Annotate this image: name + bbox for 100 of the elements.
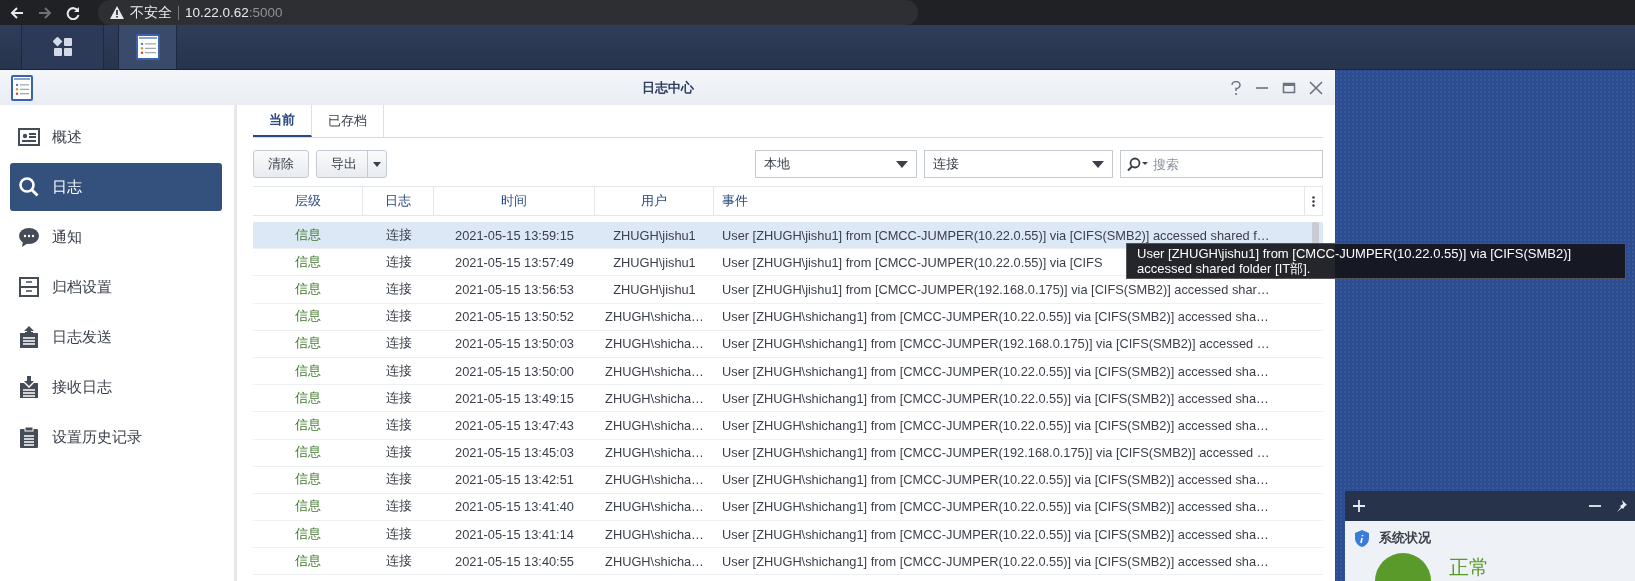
table-cell-text: ZHUGH\shicha… — [604, 362, 705, 381]
caret-icon — [373, 161, 381, 167]
document-upload-icon — [18, 326, 40, 348]
help-icon[interactable] — [1230, 80, 1242, 95]
table-row[interactable]: 信息 连接 2021-05-15 13:47:43 ZHUGH\shicha… User [ZHUGH\shichang1] from [CMCC-JUMPER(10.22.0.55)] via [CIFS(SMB2)] accessed sha… — [253, 412, 1323, 440]
search-field[interactable]: 搜索 — [1120, 150, 1323, 178]
filter-dropdown[interactable]: 本地 — [755, 150, 917, 178]
column-header[interactable]: 用户 — [595, 187, 714, 215]
caret-icon — [896, 160, 908, 168]
table-cell-text: User [ZHUGH\shichang1] from [CMCC-JUMPER(10.22.0.55)] via [CIFS(SMB2)] accessed sha… — [721, 389, 1269, 408]
document-download-icon — [18, 376, 40, 398]
table-cell-text: User [ZHUGH\shichang1] from [CMCC-JUMPER(192.168.0.175)] via [CIFS(SMB2)] accessed … — [721, 335, 1270, 354]
column-header[interactable]: 日志 — [363, 187, 434, 215]
main-menu-button[interactable] — [21, 25, 104, 69]
table-cell-text: User [ZHUGH\shichang1] from [CMCC-JUMPER(192.168.0.175)] via [CIFS(SMB2)] accessed … — [721, 444, 1270, 463]
table-cell-text: ZHUGH\jishu1 — [612, 253, 697, 272]
security-label[interactable]: 不安全 — [130, 3, 172, 22]
table-cell-text: 2021-05-15 13:47:43 — [454, 416, 575, 435]
table-cell-text: User [ZHUGH\jishu1] from [CMCC-JUMPER(10.22.0.55)] via [CIFS — [721, 253, 1103, 272]
table-cell-text: 信息 — [294, 497, 322, 516]
sidebar-item[interactable]: 归档设置 — [10, 263, 222, 311]
window-title: 日志中心 — [641, 79, 694, 95]
table-row[interactable]: 信息 连接 2021-05-15 13:40:55 ZHUGH\shicha… User [ZHUGH\shichang1] from [CMCC-JUMPER(10.22.0.55)] via [CIFS(SMB2)] accessed sha… — [253, 548, 1323, 576]
export-split-button[interactable]: 导出 — [316, 150, 387, 178]
table-cell-text: User [ZHUGH\shichang1] from [CMCC-JUMPER(10.22.0.55)] via [CIFS(SMB2)] accessed sha… — [721, 416, 1269, 435]
table-cell-text: 信息 — [294, 415, 322, 434]
more-icon[interactable] — [1312, 195, 1315, 207]
document-list-icon — [135, 34, 160, 60]
table-cell-text: 连接 — [384, 361, 413, 380]
pin-icon[interactable] — [1615, 500, 1627, 512]
table-cell-text: User [ZHUGH\jishu1] from [CMCC-JUMPER(192.168.0.175)] via [CIFS(SMB2)] accessed shar… — [721, 280, 1270, 299]
table-cell-text: 2021-05-15 13:56:53 — [454, 280, 575, 299]
sidebar-item[interactable]: 接收日志 — [10, 363, 222, 411]
table-row[interactable]: 信息 连接 2021-05-15 13:41:14 ZHUGH\shicha… User [ZHUGH\shichang1] from [CMCC-JUMPER(10.22.0.55)] via [CIFS(SMB2)] accessed sha… — [253, 521, 1323, 549]
table-row[interactable]: 信息 连接 2021-05-15 13:50:03 ZHUGH\shicha… User [ZHUGH\shichang1] from [CMCC-JUMPER(192.168.0.175)] via [CIFS(SMB2)] accessed … — [253, 330, 1323, 358]
table-cell-text: 信息 — [294, 279, 322, 298]
table-cell-text: 信息 — [294, 307, 322, 326]
widget-title: 系统状况 — [1379, 529, 1431, 547]
filter-dropdown[interactable]: 连接 — [924, 150, 1113, 178]
table-cell-text: ZHUGH\shicha… — [604, 471, 705, 490]
table-cell-text: 信息 — [294, 443, 322, 462]
document-list-icon — [11, 74, 33, 101]
table-cell-text: 信息 — [294, 225, 322, 244]
table-cell-text: 信息 — [294, 334, 322, 353]
table-cell-text: 2021-05-15 13:40:55 — [454, 552, 575, 571]
table-cell-text: User [ZHUGH\shichang1] from [CMCC-JUMPER(10.22.0.55)] via [CIFS(SMB2)] accessed sha… — [721, 471, 1269, 490]
table-row[interactable]: 信息 连接 2021-05-15 13:59:15 ZHUGH\jishu1 User [ZHUGH\jishu1] from [CMCC-JUMPER(10.22.0.55)] via [CIFS(SMB2)] accessed shared f… — [253, 222, 1323, 250]
table-cell-text: ZHUGH\shicha… — [604, 444, 705, 463]
table-cell-text: ZHUGH\shicha… — [604, 552, 705, 571]
tooltip: User [ZHUGH\jishu1] from [CMCC-JUMPER(10.22.0.55)] via [CIFS(SMB2)] accessed shared folder [IT部]. — [1126, 243, 1626, 279]
maximize-icon[interactable] — [1282, 80, 1296, 95]
sidebar-item[interactable]: 设置历史记录 — [10, 413, 222, 461]
table-cell-text: 连接 — [384, 443, 413, 462]
column-header[interactable]: 时间 — [434, 187, 595, 215]
chat-bubble-icon — [18, 226, 40, 248]
table-cell-text: 连接 — [384, 307, 413, 326]
column-header[interactable]: 事件 — [714, 187, 1305, 215]
table-cell-text: 信息 — [294, 524, 322, 543]
search-icon[interactable] — [1127, 157, 1149, 171]
table-cell-text: 2021-05-15 13:50:52 — [454, 308, 575, 327]
table-cell-text: 信息 — [294, 361, 322, 380]
table-cell-text: 2021-05-15 13:45:03 — [454, 444, 575, 463]
url-port[interactable]: :5000 — [248, 5, 283, 20]
warning-icon[interactable] — [110, 6, 124, 19]
caret-icon — [1092, 160, 1104, 168]
table-row[interactable]: 信息 连接 2021-05-15 13:45:03 ZHUGH\shicha… User [ZHUGH\shichang1] from [CMCC-JUMPER(192.168.0.175)] via [CIFS(SMB2)] accessed … — [253, 439, 1323, 467]
back-arrow-icon[interactable] — [10, 5, 24, 20]
table-cell-text: 连接 — [384, 334, 413, 353]
shield-info-icon — [1355, 529, 1369, 547]
table-row[interactable]: 信息 连接 2021-05-15 13:50:00 ZHUGH\shicha… User [ZHUGH\shichang1] from [CMCC-JUMPER(10.22.0.55)] via [CIFS(SMB2)] accessed sha… — [253, 357, 1323, 386]
table-row[interactable]: 信息 连接 2021-05-15 13:42:51 ZHUGH\shicha… User [ZHUGH\shichang1] from [CMCC-JUMPER(10.22.0.55)] via [CIFS(SMB2)] accessed sha… — [253, 466, 1323, 494]
tab[interactable]: 已存档 — [312, 105, 384, 137]
table-row[interactable]: 信息 连接 2021-05-15 13:41:40 ZHUGH\shicha… User [ZHUGH\shichang1] from [CMCC-JUMPER(10.22.0.55)] via [CIFS(SMB2)] accessed sha… — [253, 493, 1323, 522]
table-row[interactable]: 信息 连接 2021-05-15 13:50:52 ZHUGH\shicha… User [ZHUGH\shichang1] from [CMCC-JUMPER(10.22.0.55)] via [CIFS(SMB2)] accessed sha… — [253, 303, 1323, 331]
sidebar-item[interactable]: 日志发送 — [10, 313, 222, 361]
sidebar-item[interactable]: 日志 — [10, 163, 222, 211]
sidebar-item[interactable]: 通知 — [10, 213, 222, 261]
table-cell-text: 信息 — [294, 551, 322, 570]
table-cell-text: 2021-05-15 13:59:15 — [454, 226, 575, 245]
table-cell-text: 2021-05-15 13:41:40 — [454, 498, 575, 517]
status-text: 正常 — [1449, 556, 1489, 578]
table-cell-text: 连接 — [384, 497, 413, 516]
table-cell-text: User [ZHUGH\shichang1] from [CMCC-JUMPER(10.22.0.55)] via [CIFS(SMB2)] accessed sha… — [721, 525, 1269, 544]
table-cell-text: ZHUGH\shicha… — [604, 335, 705, 354]
reload-icon[interactable] — [66, 5, 80, 20]
grid-icon — [52, 37, 73, 57]
clear-button[interactable]: 清除 — [253, 150, 309, 178]
log-center-taskbar-button[interactable] — [118, 25, 177, 69]
table-cell-text: 2021-05-15 13:41:14 — [454, 525, 575, 544]
sidebar-item[interactable]: 概述 — [10, 113, 222, 161]
table-cell-text: 连接 — [384, 279, 413, 298]
table-cell-text: ZHUGH\shicha… — [604, 416, 705, 435]
table-cell-text: 信息 — [294, 388, 322, 407]
add-icon[interactable] — [1353, 500, 1365, 512]
tab[interactable]: 当前 — [253, 105, 312, 137]
close-icon[interactable] — [1309, 80, 1323, 95]
table-cell-text: ZHUGH\jishu1 — [612, 280, 697, 299]
table-row[interactable]: 信息 连接 2021-05-15 13:49:15 ZHUGH\shicha… User [ZHUGH\shichang1] from [CMCC-JUMPER(10.22.0.55)] via [CIFS(SMB2)] accessed sha… — [253, 385, 1323, 413]
column-header[interactable]: 层级 — [253, 187, 363, 215]
url-host[interactable]: 10.22.0.62 — [185, 5, 249, 20]
